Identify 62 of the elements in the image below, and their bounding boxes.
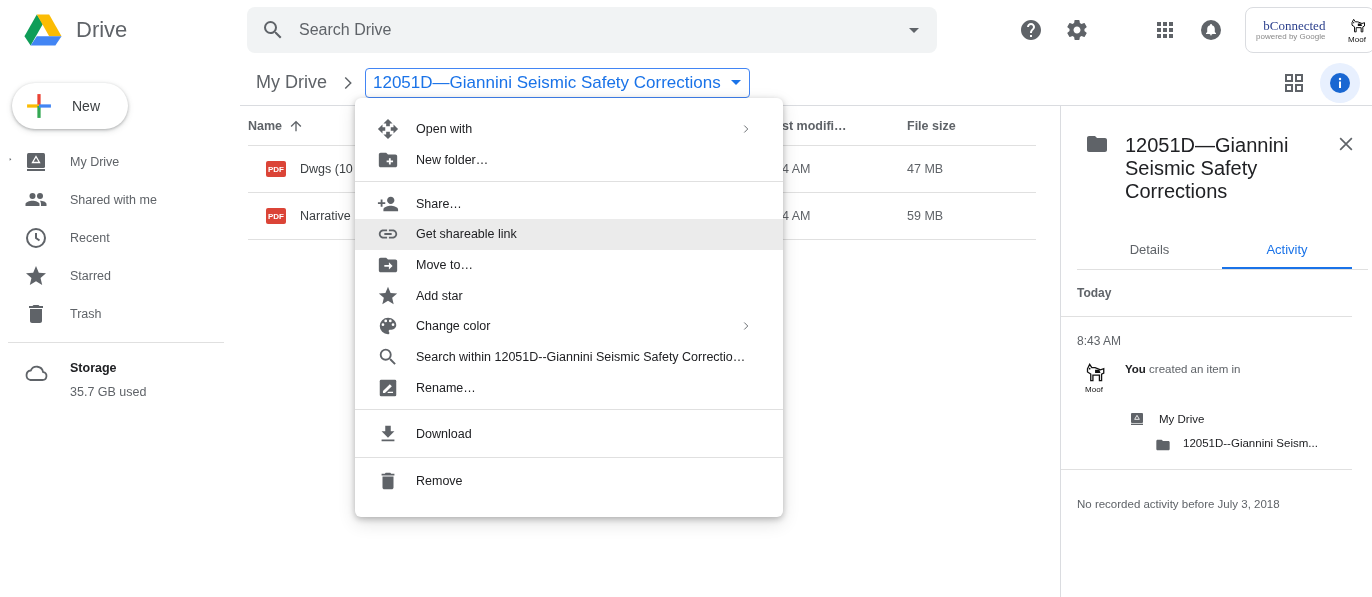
search-field[interactable]: Search Drive bbox=[247, 7, 937, 53]
menu-item[interactable]: Add star bbox=[355, 280, 783, 312]
drive-logo bbox=[24, 13, 62, 47]
move-arrows-icon bbox=[377, 118, 399, 141]
tab[interactable]: Details bbox=[1077, 231, 1222, 269]
table-cell-text: 4 AM bbox=[782, 209, 812, 223]
menu-item[interactable]: Remove bbox=[355, 465, 783, 497]
clock-icon bbox=[24, 226, 48, 250]
avatar-caption: Moof bbox=[1348, 36, 1366, 44]
info-icon bbox=[1328, 70, 1352, 95]
file-name[interactable]: Dwgs (10 bbox=[300, 162, 353, 176]
nav-item[interactable]: Starred bbox=[0, 257, 232, 295]
menu-item[interactable]: Rename… bbox=[355, 372, 783, 404]
caret-icon bbox=[730, 80, 741, 85]
settings-icon[interactable] bbox=[1065, 18, 1089, 42]
activity-note: No recorded activity before July 3, 2018 bbox=[1076, 497, 1281, 510]
breadcrumb-link[interactable]: My Drive bbox=[256, 72, 327, 93]
menu-item[interactable]: Change color bbox=[355, 311, 783, 342]
caret-icon[interactable] bbox=[909, 27, 919, 33]
menu-item[interactable]: New folder… bbox=[355, 144, 783, 176]
folder-icon bbox=[1155, 437, 1171, 453]
drive-icon bbox=[24, 150, 48, 174]
notifications-icon[interactable] bbox=[1199, 18, 1223, 42]
nav-item[interactable]: My Drive bbox=[0, 143, 232, 181]
brand-tagline: powered by Google bbox=[1256, 32, 1326, 41]
section-heading: Today bbox=[1061, 270, 1352, 317]
new-button[interactable]: New bbox=[12, 83, 128, 129]
nav-item[interactable]: Recent bbox=[0, 219, 232, 257]
brand-name: bConnected bbox=[1263, 19, 1326, 32]
column-header[interactable]: Name bbox=[248, 118, 283, 133]
file-name[interactable]: Narrative bbox=[300, 209, 351, 223]
menu-item[interactable]: Move to… bbox=[355, 249, 783, 281]
pdf-icon: PDF bbox=[266, 208, 286, 224]
item-link[interactable]: 12051D--Giannini Seism... bbox=[1183, 437, 1318, 449]
nav-item[interactable]: Shared with me bbox=[0, 181, 232, 219]
activity-text: You created an item in bbox=[1125, 362, 1241, 377]
folder-dropdown[interactable]: 12051D—Giannini Seismic Safety Corrections bbox=[365, 67, 750, 98]
table-cell-text: 59 MB bbox=[907, 209, 945, 223]
menu-item[interactable]: Share… bbox=[355, 188, 783, 220]
activity-time: 8:43 AM bbox=[1076, 333, 1123, 348]
location-link[interactable]: My Drive bbox=[1159, 413, 1205, 425]
table-cell-text: 4 AM bbox=[782, 162, 812, 176]
star-icon bbox=[24, 264, 48, 288]
nav-item[interactable]: Trash bbox=[0, 295, 232, 333]
drive-icon bbox=[1129, 411, 1145, 427]
menu-item[interactable]: Open with bbox=[355, 114, 783, 145]
menu-item[interactable]: Search within 12051D--Giannini Seismic Safety Correctio… bbox=[355, 341, 783, 373]
info-button[interactable] bbox=[1320, 62, 1360, 103]
table-cell-text: 47 MB bbox=[907, 162, 945, 176]
pdf-icon: PDF bbox=[266, 161, 286, 177]
avatar-caption: Moof bbox=[1085, 386, 1103, 394]
plus-icon bbox=[26, 93, 52, 119]
menu-item[interactable]: Download bbox=[355, 418, 783, 449]
column-header[interactable]: File size bbox=[907, 118, 1036, 133]
storage-label: Storage bbox=[70, 361, 118, 375]
tab[interactable]: Activity bbox=[1222, 231, 1352, 269]
menu-item[interactable]: Get shareable link bbox=[355, 219, 783, 250]
help-icon[interactable] bbox=[1019, 18, 1043, 42]
storage-usage: 35.7 GB used bbox=[70, 385, 147, 399]
details-title: 12051D—Giannini Seismic Safety Corrections bbox=[1125, 133, 1290, 203]
app-name: Drive bbox=[76, 17, 128, 43]
column-header[interactable]: st modifi… bbox=[782, 118, 907, 133]
